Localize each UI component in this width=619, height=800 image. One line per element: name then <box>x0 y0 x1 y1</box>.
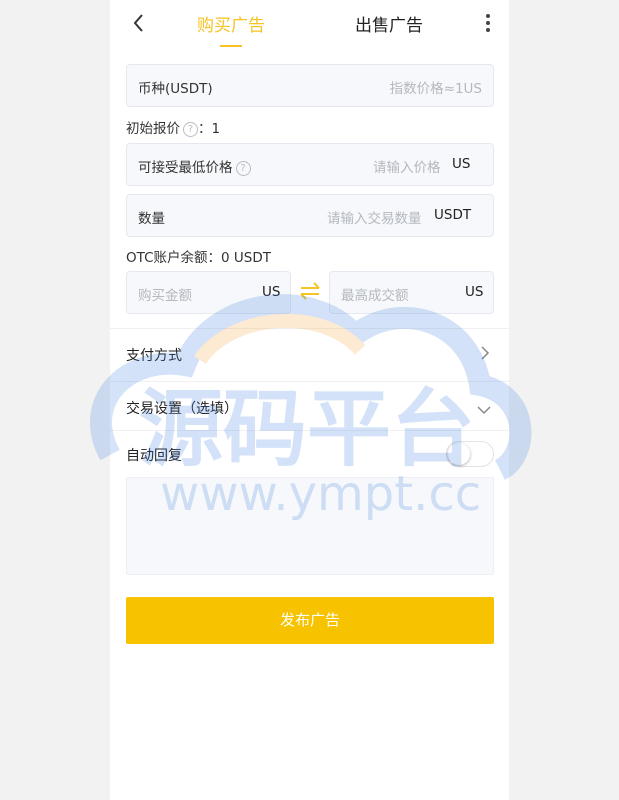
buy-amount-unit: US <box>262 284 281 300</box>
min-price-field[interactable]: 可接受最低价格? 请输入价格 US <box>126 143 494 186</box>
initial-quote-label: 初始报价 <box>126 121 180 137</box>
help-icon[interactable]: ? <box>183 121 198 137</box>
app-screen: 购买广告 出售广告 币种(USDT) 指数价格≈1US 初始报价? ：1 可接受最… <box>110 0 509 800</box>
max-trade-field[interactable]: 最高成交额 US <box>329 271 494 314</box>
otc-balance: OTC账户余额：0 USDT <box>126 250 271 266</box>
toggle-knob <box>448 443 470 465</box>
min-price-label: 可接受最低价格 <box>138 160 233 176</box>
auto-reply-label: 自动回复 <box>126 448 182 464</box>
min-price-input[interactable]: 请输入价格 <box>373 156 441 176</box>
header: 购买广告 出售广告 <box>110 0 509 50</box>
min-price-unit: US <box>452 156 471 172</box>
tab-sell-ad[interactable]: 出售广告 <box>355 11 423 36</box>
initial-quote-value: ：1 <box>198 121 221 137</box>
tab-buy-ad[interactable]: 购买广告 <box>197 11 265 36</box>
quantity-label: 数量 <box>138 211 165 227</box>
initial-quote-row: 初始报价? ：1 <box>126 117 220 137</box>
back-button[interactable] <box>128 10 150 36</box>
buy-amount-input[interactable]: 购买金额 <box>138 284 192 304</box>
max-trade-unit: US <box>465 284 484 300</box>
trade-settings-label[interactable]: 交易设置（选填） <box>126 398 238 418</box>
min-price-label-wrap: 可接受最低价格? <box>138 156 251 176</box>
quantity-input[interactable]: 请输入交易数量 <box>327 207 422 227</box>
buy-amount-field[interactable]: 购买金额 US <box>126 271 291 314</box>
auto-reply-toggle[interactable] <box>446 441 494 467</box>
payment-method-label[interactable]: 支付方式 <box>126 345 182 365</box>
currency-label: 币种(USDT) <box>138 81 213 97</box>
auto-reply-textarea[interactable] <box>126 477 494 575</box>
quantity-unit: USDT <box>434 207 472 223</box>
currency-field[interactable]: 币种(USDT) 指数价格≈1US <box>126 64 494 107</box>
quantity-field[interactable]: 数量 请输入交易数量 USDT <box>126 194 494 237</box>
publish-ad-button[interactable]: 发布广告 <box>126 597 494 644</box>
divider <box>110 430 509 431</box>
more-menu-icon[interactable] <box>482 12 494 36</box>
chevron-left-icon <box>133 14 143 32</box>
active-tab-indicator <box>220 45 242 47</box>
chevron-down-icon[interactable] <box>476 400 492 419</box>
index-price: 指数价格≈1US <box>389 81 482 97</box>
swap-icon[interactable] <box>299 281 321 301</box>
max-trade-input[interactable]: 最高成交额 <box>341 284 409 304</box>
divider <box>110 381 509 382</box>
help-icon[interactable]: ? <box>235 160 251 176</box>
chevron-right-icon[interactable] <box>480 345 490 365</box>
divider <box>110 328 509 329</box>
